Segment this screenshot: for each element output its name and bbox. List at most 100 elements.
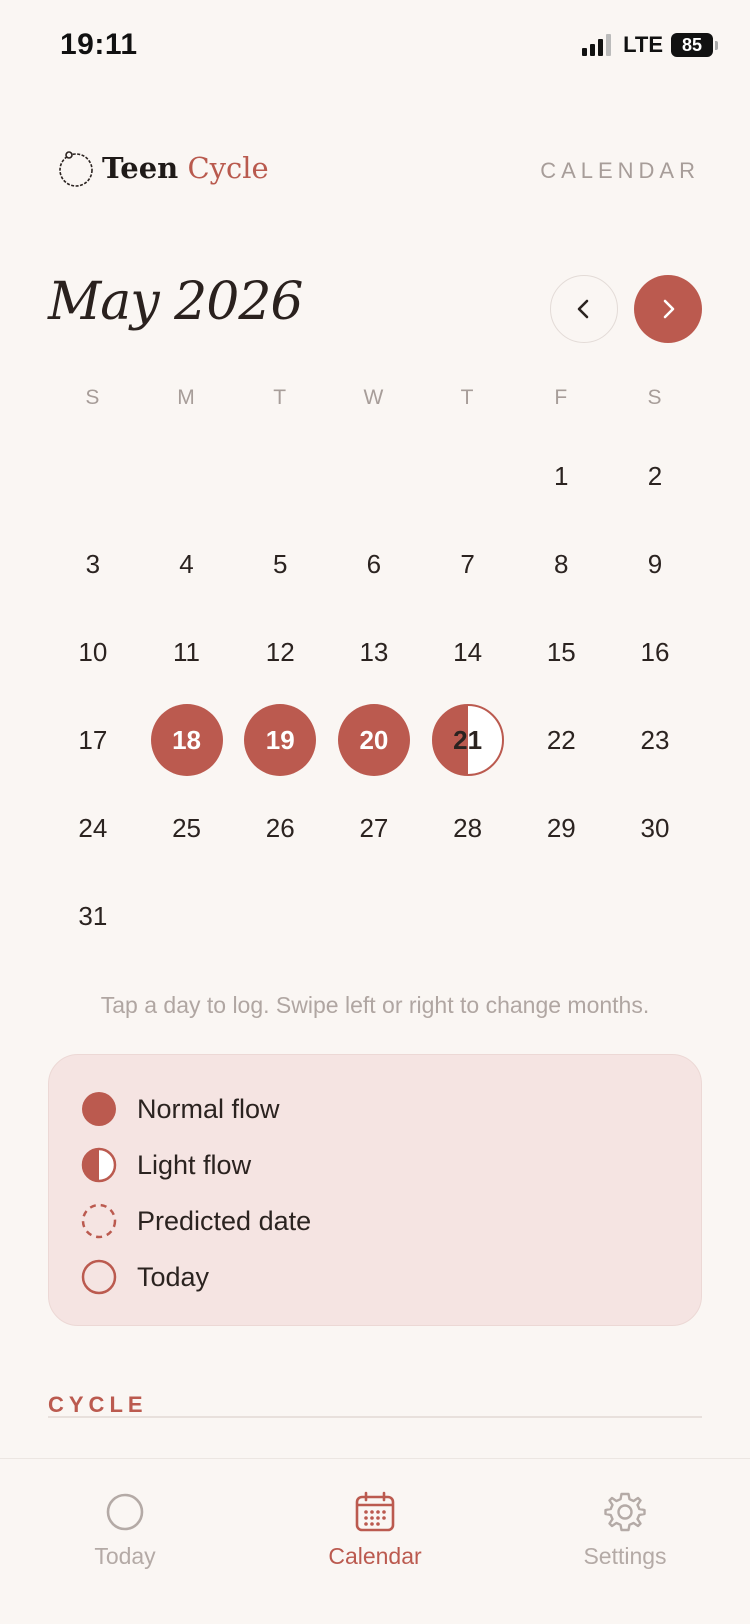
calendar-day[interactable]: 24 [57,792,129,864]
battery-tip [715,40,718,50]
cycle-section-title: CYCLE [48,1392,148,1417]
day-number: 8 [554,548,569,579]
logo-circle-icon [59,151,93,187]
calendar-cell: 21 [421,696,515,784]
calendar-week-row: 12 [46,432,702,520]
day-number: 28 [453,812,483,843]
divider [48,1416,702,1418]
calendar-cell: 19 [233,696,327,784]
calendar-day[interactable]: 29 [525,792,597,864]
calendar-cell: 1 [514,432,608,520]
legend-item: Normal flow [81,1081,669,1137]
calendar-day[interactable]: 28 [432,792,504,864]
calendar-day[interactable]: 9 [619,528,691,600]
calendar-day[interactable]: 15 [525,616,597,688]
day-number: 30 [640,812,670,843]
calendar-day[interactable]: 5 [244,528,316,600]
chevron-right-icon [663,299,675,319]
tab-today[interactable]: Today [0,1459,250,1624]
calendar-cell: 17 [46,696,140,784]
calendar-cell: 30 [608,784,702,872]
calendar-day[interactable]: 30 [619,792,691,864]
day-number: 15 [546,636,576,667]
calendar-cell [327,432,421,520]
calendar-day[interactable]: 4 [151,528,223,600]
month-title: May 2026 [48,272,303,332]
previous-month-button[interactable] [550,275,618,343]
day-number: 23 [640,724,670,755]
calendar-day[interactable]: 23 [619,704,691,776]
calendar-cell [140,432,234,520]
calendar-cell [608,872,702,960]
calendar-cell: 25 [140,784,234,872]
calendar-day[interactable]: 2 [619,440,691,512]
calendar-day[interactable]: 12 [244,616,316,688]
legend-item: Today [81,1249,669,1305]
day-normal-flow[interactable]: 19 [244,704,317,776]
day-number: 14 [453,636,483,667]
calendar-cell: 20 [327,696,421,784]
today-icon [81,1259,117,1295]
day-number: 17 [78,724,108,755]
calendar-day[interactable]: 6 [338,528,410,600]
logo-text-cycle: Cycle [187,151,269,185]
calendar-day[interactable]: 25 [151,792,223,864]
day-number: 29 [546,812,576,843]
calendar-cell: 5 [233,520,327,608]
calendar-cell: 10 [46,608,140,696]
day-number: 16 [640,636,670,667]
calendar-day[interactable]: 27 [338,792,410,864]
next-month-button[interactable] [634,275,702,343]
day-number: 6 [366,548,382,579]
calendar-cell [421,432,515,520]
calendar-day[interactable]: 16 [619,616,691,688]
calendar-cell: 16 [608,608,702,696]
day-normal-flow[interactable]: 18 [150,704,223,776]
calendar-grid: 1 2 3 4 5 6 7 8 9 10 11 12 13 14 15 16 17 18 19 20 21 22 23 24 2… [46,432,702,960]
calendar-day[interactable]: 3 [57,528,129,600]
weekday-label: W [363,386,385,409]
day-number: 12 [265,636,295,667]
legend-label: Light flow [137,1149,252,1180]
tab-calendar[interactable]: Calendar [250,1459,500,1624]
calendar-day[interactable]: 10 [57,616,129,688]
calendar-cell: 28 [421,784,515,872]
calendar-day[interactable]: 11 [151,616,223,688]
legend-label: Normal flow [137,1093,280,1124]
calendar-day[interactable]: 8 [525,528,597,600]
calendar-cell [421,872,515,960]
weekday-label: T [273,386,288,409]
day-light-flow[interactable]: 21 [431,704,504,776]
day-number: 24 [78,812,108,843]
chevron-left-icon [577,299,589,319]
calendar-day[interactable]: 31 [57,880,129,952]
tab-label: Today [94,1543,156,1569]
calendar-cell [233,432,327,520]
day-number: 3 [85,548,101,579]
calendar-cell [514,872,608,960]
tab-label: Calendar [328,1543,422,1569]
calendar-day[interactable]: 14 [432,616,504,688]
calendar-day[interactable]: 7 [432,528,504,600]
day-number: 7 [460,548,475,579]
tab-settings[interactable]: Settings [500,1459,750,1624]
day-number: 19 [265,724,295,755]
calendar-cell: 22 [514,696,608,784]
weekday-label: S [647,386,663,409]
battery-level: 85 [681,34,703,55]
calendar-day[interactable]: 22 [525,704,597,776]
tab-label: Settings [583,1543,667,1569]
calendar-day[interactable]: 1 [525,440,597,512]
weekday-label: T [460,386,475,409]
calendar-day[interactable]: 17 [57,704,129,776]
calendar-cell [233,872,327,960]
calendar-day[interactable]: 13 [338,616,410,688]
network-label: LTE [623,32,663,57]
status-indicators: LTE 85 [582,32,718,58]
day-normal-flow[interactable]: 20 [337,704,410,776]
gear-icon [604,1492,646,1532]
tab-bar: Today Calendar Settings [0,1458,750,1624]
calendar-cell: 9 [608,520,702,608]
day-number: 10 [78,636,108,667]
calendar-day[interactable]: 26 [244,792,316,864]
